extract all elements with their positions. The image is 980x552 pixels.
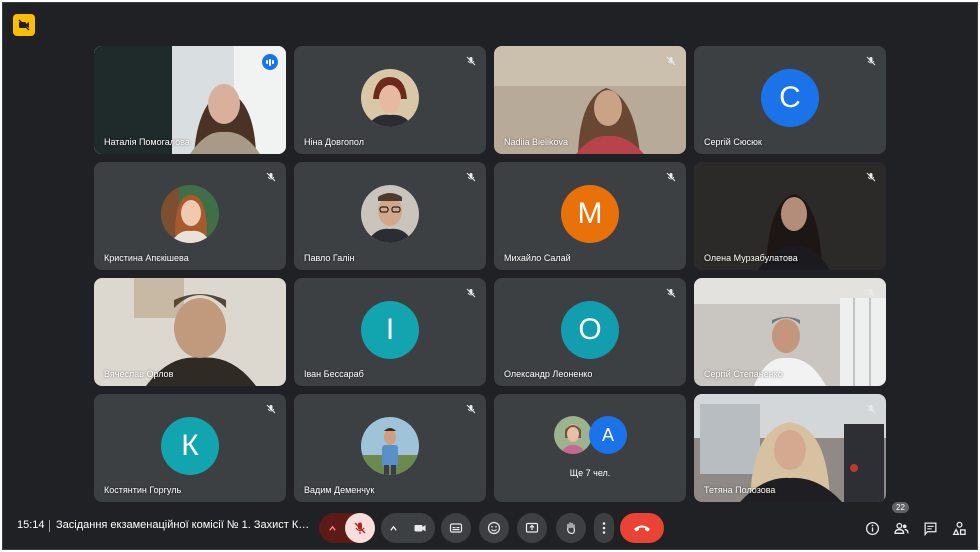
activities-icon [952,521,966,535]
mic-muted-icon [464,54,478,68]
mic-muted-icon [264,170,278,184]
captions-icon [449,523,463,533]
chevron-up-icon [329,525,336,531]
participant-name: Тетяна Полозова [704,485,776,495]
end-call-icon [634,525,650,532]
chevron-up-icon [390,525,397,531]
participant-name: Nadiia Bielikova [504,137,569,147]
participant-name: Кристина Апєкішева [104,253,189,263]
more-participants-label: Ще 7 чел. [569,468,611,478]
participant-tile[interactable]: К Костянтин Горгуль [94,394,286,502]
participant-avatar [361,417,419,475]
reactions-button[interactable] [479,513,509,543]
participant-avatar [361,69,419,127]
mic-muted-icon [664,286,678,300]
more-avatar-photo [554,416,592,454]
chat-button[interactable] [915,513,945,543]
participant-tile[interactable]: Тетяна Полозова [694,394,886,502]
chat-icon [924,522,936,536]
participant-name: Костянтин Горгуль [104,485,182,495]
mic-muted-icon [864,402,878,416]
meeting-toolbar: 15:14 Засідання екзаменаційної комісії №… [3,502,977,549]
participant-tile[interactable]: Вячеслав Орлов [94,278,286,386]
mic-muted-icon [664,170,678,184]
meeting-clock: 15:14 [17,519,45,531]
participants-grid: Наталія Помогалова Ніна Довгопол Nadiia … [94,46,890,506]
participant-avatar: К [161,417,219,475]
participant-tile[interactable]: І Іван Бессараб [294,278,486,386]
participant-tile[interactable]: Павло Галін [294,162,486,270]
emoji-icon [487,521,501,535]
participant-avatar: І [361,301,419,359]
present-button[interactable] [517,513,547,543]
meeting-title: Засідання екзаменаційної комісії № 1. За… [56,519,311,531]
participant-tile[interactable]: М Михайло Салай [494,162,686,270]
participant-name: Олександр Леоненко [504,369,593,379]
toolbar-divider [49,520,50,532]
camera-off-badge[interactable] [13,14,35,36]
info-icon [865,521,879,535]
participant-avatar [361,185,419,243]
participant-avatar: С [761,69,819,127]
people-icon [893,522,909,534]
participant-tile[interactable]: О Олександр Леоненко [494,278,686,386]
participant-tile[interactable]: Ніна Довгопол [294,46,486,154]
participant-avatar [161,185,219,243]
mic-muted-icon [864,286,878,300]
meet-window: Наталія Помогалова Ніна Довгопол Nadiia … [2,2,978,550]
mic-muted-icon [464,402,478,416]
participant-name: Іван Бессараб [304,369,364,379]
mic-off-icon [354,522,366,534]
activities-button[interactable] [944,513,974,543]
participant-name: Олена Мурзабулатова [704,253,798,263]
mic-muted-icon [664,54,678,68]
participant-avatar: О [561,301,619,359]
mic-muted-icon [864,54,878,68]
participant-name: Вадим Деменчук [304,485,375,495]
participant-name: Вячеслав Орлов [104,369,174,379]
raise-hand-button[interactable] [556,513,586,543]
participant-name: Ніна Довгопол [304,137,364,147]
mic-muted-icon [264,402,278,416]
participant-name: Павло Галін [304,253,355,263]
raise-hand-icon [567,522,575,534]
participant-name: Михайло Салай [504,253,571,263]
participant-tile[interactable]: Кристина Апєкішева [94,162,286,270]
participant-tile[interactable]: Наталія Помогалова [94,46,286,154]
more-options-icon [602,522,606,534]
participant-name: Наталія Помогалова [104,137,190,147]
people-count-badge: 22 [892,502,909,513]
participant-name: Сергій Сюсюк [704,137,762,147]
mic-muted-icon [464,286,478,300]
more-participants-tile[interactable]: A Ще 7 чел. [494,394,686,502]
end-call-button[interactable] [620,513,664,543]
mic-toggle-button[interactable] [345,513,375,543]
participant-tile[interactable]: Сергій Степаненко [694,278,886,386]
participant-avatar: М [561,185,619,243]
meeting-info-button[interactable] [857,513,887,543]
camera-toggle-button[interactable] [405,513,435,543]
more-options-button[interactable] [594,513,614,543]
present-icon [525,522,539,533]
camera-off-icon [18,19,30,31]
mic-muted-icon [864,170,878,184]
mic-muted-icon [464,170,478,184]
camera-icon [414,525,426,532]
participant-tile[interactable]: С Сергій Сюсюк [694,46,886,154]
people-button[interactable]: 22 [886,502,916,543]
speaking-indicator-icon [262,54,278,70]
more-avatar-letter: A [589,416,627,454]
participant-tile[interactable]: Nadiia Bielikova [494,46,686,154]
participant-name: Сергій Степаненко [704,369,783,379]
participant-tile[interactable]: Олена Мурзабулатова [694,162,886,270]
participant-tile[interactable]: Вадим Деменчук [294,394,486,502]
captions-button[interactable] [441,513,471,543]
